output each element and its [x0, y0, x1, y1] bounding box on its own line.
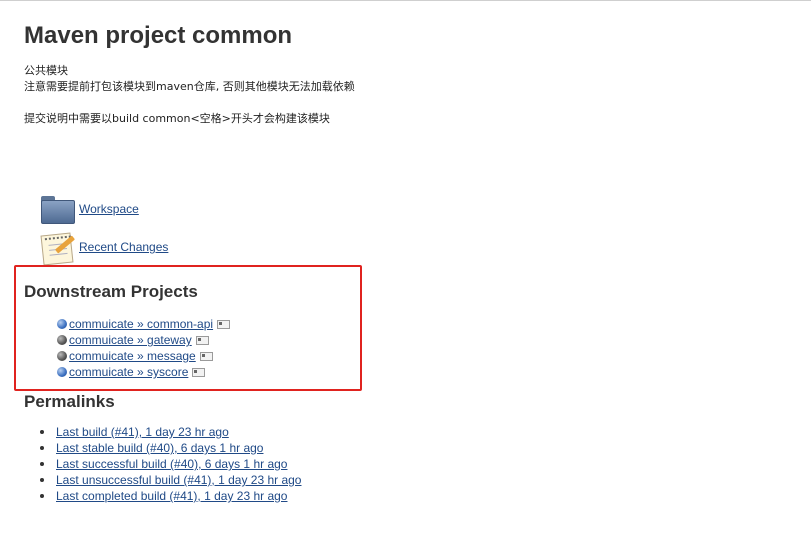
- workspace-link[interactable]: Workspace: [79, 202, 139, 216]
- permalinks-list: Last build (#41), 1 day 23 hr ago Last s…: [40, 424, 301, 504]
- permalink-last-unsuccessful-build[interactable]: Last unsuccessful build (#41), 1 day 23 …: [56, 473, 301, 487]
- bullet-icon: [40, 478, 44, 482]
- recent-changes-link[interactable]: Recent Changes: [79, 240, 168, 254]
- task-workspace[interactable]: Workspace: [40, 192, 139, 226]
- console-icon[interactable]: [195, 335, 209, 345]
- status-ball-blue-icon: [57, 319, 67, 329]
- downstream-project-link[interactable]: commuicate » message: [69, 349, 196, 363]
- status-ball-blue-icon: [57, 367, 67, 377]
- downstream-project-link[interactable]: commuicate » common-api: [69, 317, 213, 331]
- bullet-icon: [40, 462, 44, 466]
- console-icon[interactable]: [192, 367, 206, 377]
- permalink-item: Last successful build (#40), 6 days 1 hr…: [40, 456, 301, 472]
- folder-icon: [40, 192, 75, 226]
- downstream-project-item: commuicate » syscore: [57, 364, 230, 380]
- description-line-3: 提交说明中需要以build common<空格>开头才会构建该模块: [24, 112, 330, 125]
- description-line-1: 公共模块: [24, 64, 68, 77]
- downstream-project-item: commuicate » common-api: [57, 316, 231, 332]
- permalink-item: Last stable build (#40), 6 days 1 hr ago: [40, 440, 301, 456]
- console-icon[interactable]: [199, 351, 213, 361]
- status-ball-grey-icon: [57, 351, 67, 361]
- permalink-last-successful-build[interactable]: Last successful build (#40), 6 days 1 hr…: [56, 457, 287, 471]
- permalinks-heading: Permalinks: [24, 392, 115, 411]
- downstream-project-link[interactable]: commuicate » syscore: [69, 365, 188, 379]
- permalink-item: Last build (#41), 1 day 23 hr ago: [40, 424, 301, 440]
- downstream-projects-list: commuicate » common-api commuicate » gat…: [57, 316, 231, 380]
- page-title: Maven project common: [24, 22, 293, 49]
- permalink-item: Last unsuccessful build (#41), 1 day 23 …: [40, 472, 301, 488]
- permalink-item: Last completed build (#41), 1 day 23 hr …: [40, 488, 301, 504]
- downstream-projects-heading: Downstream Projects: [24, 282, 198, 301]
- downstream-project-item: commuicate » message: [57, 348, 230, 364]
- bullet-icon: [40, 446, 44, 450]
- description-line-2: 注意需要提前打包该模块到maven仓库, 否则其他模块无法加载依赖: [24, 80, 355, 93]
- console-icon[interactable]: [217, 319, 231, 329]
- bullet-icon: [40, 430, 44, 434]
- bullet-icon: [40, 494, 44, 498]
- task-recent-changes[interactable]: Recent Changes: [40, 230, 168, 266]
- permalink-last-stable-build[interactable]: Last stable build (#40), 6 days 1 hr ago: [56, 441, 263, 455]
- status-ball-grey-icon: [57, 335, 67, 345]
- downstream-project-item: commuicate » gateway: [57, 332, 230, 348]
- permalink-last-build[interactable]: Last build (#41), 1 day 23 hr ago: [56, 425, 229, 439]
- main-panel: Maven project common 公共模块 注意需要提前打包该模块到ma…: [0, 0, 811, 537]
- permalink-last-completed-build[interactable]: Last completed build (#41), 1 day 23 hr …: [56, 489, 287, 503]
- downstream-project-link[interactable]: commuicate » gateway: [69, 333, 192, 347]
- notepad-icon: [40, 230, 76, 266]
